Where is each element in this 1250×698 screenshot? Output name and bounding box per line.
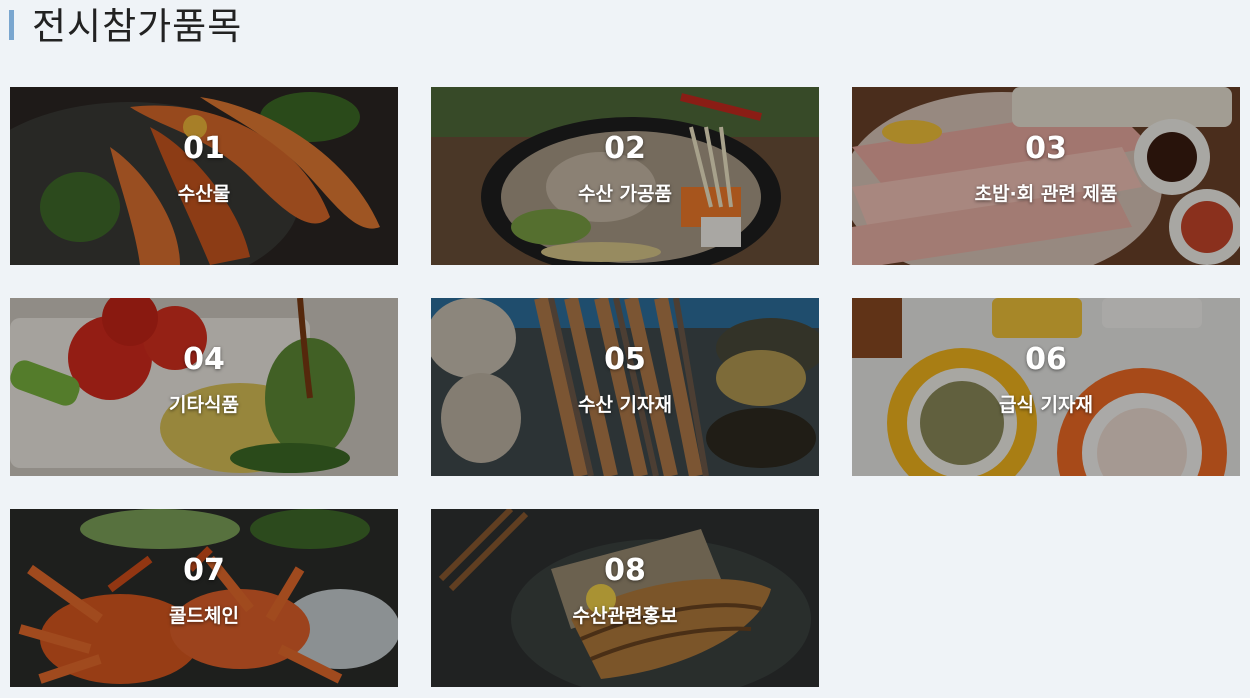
category-card-02[interactable]: 02 수산 가공품	[431, 87, 819, 265]
exhibit-category-grid: 01 수산물 02 수산 가공품 03 초밥·회 관련 제품 04 기타식품 0…	[10, 87, 1241, 687]
category-card-07[interactable]: 07 콜드체인	[10, 509, 398, 687]
card-number: 08	[604, 553, 646, 588]
page: 전시참가품목 01 수산물 02 수산 가공품 03 초밥·회 관련 제품 04…	[0, 0, 1250, 698]
card-number: 02	[604, 131, 646, 166]
card-label: 수산 기자재	[577, 394, 672, 416]
card-number: 04	[183, 342, 225, 377]
category-card-08[interactable]: 08 수산관련홍보	[431, 509, 819, 687]
card-label: 수산물	[177, 183, 231, 205]
category-card-06[interactable]: 06 급식 기자재	[852, 298, 1240, 476]
image-overlay	[852, 298, 1240, 476]
card-label: 수산 가공품	[577, 183, 672, 205]
image-overlay	[431, 509, 819, 687]
category-card-01[interactable]: 01 수산물	[10, 87, 398, 265]
title-accent-bar	[9, 10, 14, 40]
page-title: 전시참가품목	[32, 5, 243, 48]
category-card-05[interactable]: 05 수산 기자재	[431, 298, 819, 476]
image-overlay	[431, 87, 819, 265]
card-label: 급식 기자재	[998, 394, 1093, 416]
card-number: 05	[604, 342, 646, 377]
card-number: 06	[1025, 342, 1067, 377]
card-label: 기타식품	[169, 394, 239, 416]
card-label: 초밥·회 관련 제품	[974, 183, 1118, 205]
card-number: 03	[1025, 131, 1067, 166]
image-overlay	[431, 298, 819, 476]
category-card-03[interactable]: 03 초밥·회 관련 제품	[852, 87, 1240, 265]
card-label: 콜드체인	[169, 605, 239, 627]
category-card-04[interactable]: 04 기타식품	[10, 298, 398, 476]
image-overlay	[852, 87, 1240, 265]
image-overlay	[10, 509, 398, 687]
card-number: 07	[183, 553, 225, 588]
image-overlay	[10, 298, 398, 476]
card-number: 01	[183, 131, 225, 166]
card-label: 수산관련홍보	[572, 605, 678, 627]
image-overlay	[10, 87, 398, 265]
